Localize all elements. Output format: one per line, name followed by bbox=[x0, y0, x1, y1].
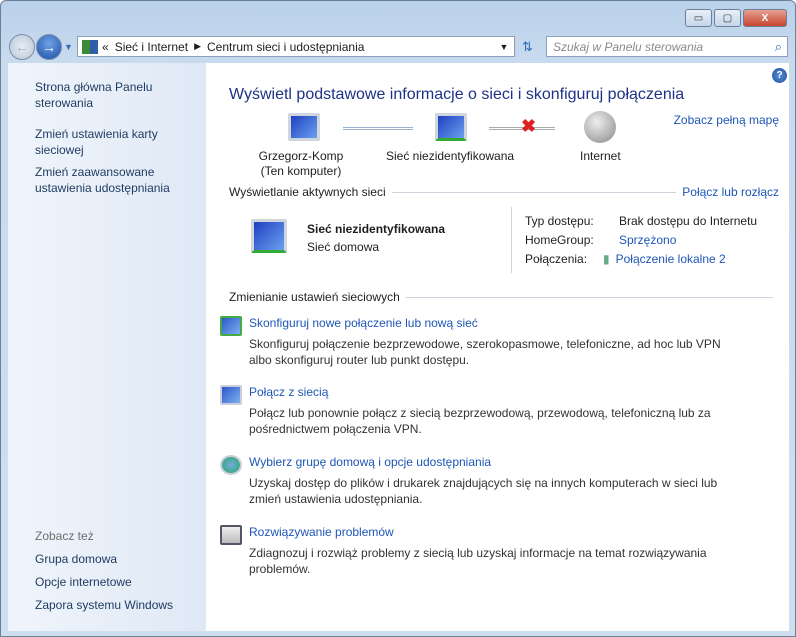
control-panel-icon bbox=[82, 39, 98, 54]
homegroup-icon bbox=[220, 455, 242, 475]
internet-globe-icon bbox=[584, 111, 616, 143]
computer-name: Grzegorz-Komp bbox=[258, 149, 344, 163]
search-placeholder: Szukaj w Panelu sterowania bbox=[553, 40, 704, 54]
sidebar-item-home[interactable]: Strona główna Panelu sterowania bbox=[35, 79, 175, 111]
active-network-values: Brak dostępu do Internetu Sprzężono ▮ Poł… bbox=[603, 212, 758, 269]
task-new-connection-desc: Skonfiguruj połączenie bezprzewodowe, sz… bbox=[249, 337, 721, 367]
homegroup-label: HomeGroup: bbox=[525, 233, 594, 247]
window-controls: ▭ ▢ X bbox=[685, 9, 787, 27]
help-icon[interactable]: ? bbox=[772, 68, 787, 83]
search-input[interactable]: Szukaj w Panelu sterowania ⌕ bbox=[546, 36, 788, 57]
task-homegroup: Wybierz grupę domową i opcje udostępnian… bbox=[220, 455, 739, 507]
map-network-label: Sieć niezidentyfikowana bbox=[386, 149, 515, 163]
search-icon[interactable]: ⌕ bbox=[775, 39, 782, 55]
task-connect-network-desc: Połącz lub ponownie połącz z siecią bezp… bbox=[249, 406, 711, 436]
window-frame: ▭ ▢ X ← → ▼ « Sieć i Internet ▶ Centrum … bbox=[0, 0, 796, 637]
page-title: Wyświetl podstawowe informacje o sieci i… bbox=[229, 86, 685, 103]
breadcrumb-separator-icon[interactable]: ▶ bbox=[194, 41, 201, 52]
computer-icon bbox=[288, 113, 320, 141]
main-content: ? Wyświetl podstawowe informacje o sieci… bbox=[206, 63, 789, 631]
full-map-link[interactable]: Zobacz pełną mapę bbox=[674, 113, 779, 127]
active-network-name: Sieć niezidentyfikowana bbox=[307, 222, 446, 236]
troubleshoot-icon bbox=[220, 525, 242, 545]
task-troubleshoot-link[interactable]: Rozwiązywanie problemów bbox=[249, 525, 739, 539]
sidebar-item-internet-options[interactable]: Opcje internetowe bbox=[35, 574, 132, 590]
connections-label: Połączenia: bbox=[525, 252, 588, 266]
task-homegroup-desc: Uzyskaj dostęp do plików i drukarek znaj… bbox=[249, 476, 718, 506]
back-button[interactable]: ← bbox=[9, 34, 35, 60]
active-networks-title: Wyświetlanie aktywnych sieci bbox=[229, 185, 386, 199]
task-troubleshoot: Rozwiązywanie problemów Zdiagnozuj i roz… bbox=[220, 525, 739, 577]
sidebar-item-homegroup[interactable]: Grupa domowa bbox=[35, 551, 117, 567]
sidebar-item-firewall[interactable]: Zapora systemu Windows bbox=[35, 597, 173, 613]
address-bar[interactable]: « Sieć i Internet ▶ Centrum sieci i udos… bbox=[77, 36, 515, 57]
see-also-label: Zobacz też bbox=[35, 529, 94, 543]
active-network-labels: Typ dostępu: HomeGroup: Połączenia: bbox=[525, 212, 594, 269]
navigation-buttons: ← → ▼ bbox=[9, 34, 73, 60]
active-network-type[interactable]: Sieć domowa bbox=[307, 240, 379, 254]
divider bbox=[511, 207, 512, 273]
computer-subtitle: (Ten komputer) bbox=[260, 164, 342, 178]
task-connect-network: Połącz z siecią Połącz lub ponownie połą… bbox=[220, 385, 739, 437]
network-icon bbox=[435, 113, 467, 141]
local-connection-link[interactable]: Połączenie lokalne 2 bbox=[616, 252, 726, 266]
connect-disconnect-link[interactable]: Połącz lub rozłącz bbox=[682, 185, 779, 199]
task-connect-network-link[interactable]: Połącz z siecią bbox=[249, 385, 739, 399]
task-new-connection: Skonfiguruj nowe połączenie lub nową sie… bbox=[220, 316, 739, 368]
minimize-button[interactable]: ▭ bbox=[685, 9, 712, 27]
close-button[interactable]: X bbox=[743, 9, 787, 27]
forward-button[interactable]: → bbox=[36, 34, 62, 60]
change-settings-header: Zmienianie ustawień sieciowych bbox=[229, 290, 779, 304]
map-computer: Grzegorz-Komp (Ten komputer) bbox=[246, 149, 356, 179]
recent-pages-dropdown[interactable]: ▼ bbox=[64, 42, 73, 52]
access-type-value: Brak dostępu do Internetu bbox=[619, 214, 758, 228]
ethernet-icon: ▮ bbox=[603, 252, 610, 266]
task-new-connection-link[interactable]: Skonfiguruj nowe połączenie lub nową sie… bbox=[249, 316, 739, 330]
task-troubleshoot-desc: Zdiagnozuj i rozwiąż problemy z siecią l… bbox=[249, 546, 707, 576]
refresh-button[interactable]: ⇅ bbox=[515, 36, 539, 57]
connection-line bbox=[343, 127, 413, 130]
active-networks-header: Wyświetlanie aktywnych sieci Połącz lub … bbox=[229, 185, 779, 199]
sidebar-item-sharing-settings[interactable]: Zmień zaawansowane ustawienia udostępnia… bbox=[35, 164, 185, 196]
breadcrumb-network-internet[interactable]: Sieć i Internet bbox=[115, 40, 188, 54]
disconnected-x-icon: ✖ bbox=[521, 116, 537, 136]
access-type-label: Typ dostępu: bbox=[525, 214, 594, 228]
task-homegroup-link[interactable]: Wybierz grupę domową i opcje udostępnian… bbox=[249, 455, 739, 469]
active-network-icon bbox=[251, 219, 287, 253]
address-prefix[interactable]: « bbox=[102, 40, 109, 54]
sidebar-item-adapter-settings[interactable]: Zmień ustawienia karty sieciowej bbox=[35, 126, 175, 158]
sidebar: Strona główna Panelu sterowania Zmień us… bbox=[8, 63, 206, 631]
connect-network-icon bbox=[220, 385, 242, 405]
homegroup-link[interactable]: Sprzężono bbox=[619, 231, 757, 250]
change-settings-title: Zmienianie ustawień sieciowych bbox=[229, 290, 400, 304]
breadcrumb-network-center[interactable]: Centrum sieci i udostępniania bbox=[207, 40, 364, 54]
map-internet-label: Internet bbox=[580, 149, 621, 163]
address-dropdown-icon[interactable]: ▼ bbox=[494, 42, 514, 52]
maximize-button[interactable]: ▢ bbox=[714, 9, 741, 27]
new-connection-icon bbox=[220, 316, 242, 336]
